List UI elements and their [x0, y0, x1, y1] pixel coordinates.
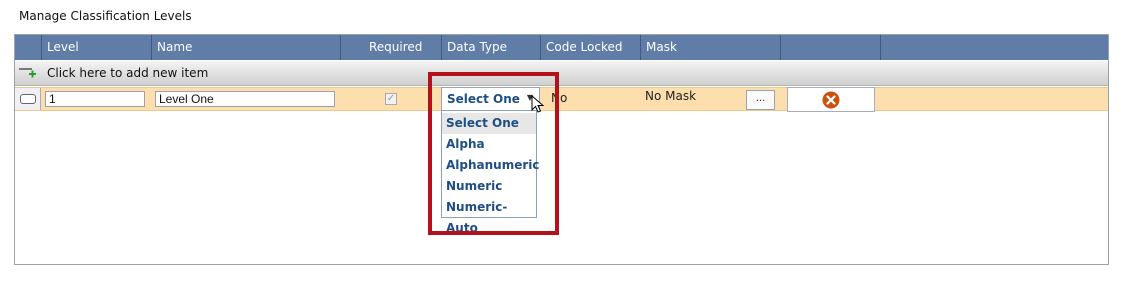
row-selector-icon [20, 94, 36, 104]
page-title: Manage Classification Levels [19, 9, 192, 23]
level-input[interactable] [45, 91, 145, 107]
row-selector[interactable] [15, 88, 41, 110]
header-name[interactable]: Name [151, 35, 340, 60]
table-row[interactable]: ✓ Select One ▼ No No Mask ... [15, 87, 1108, 112]
mouse-cursor-icon [531, 95, 545, 113]
header-data-type[interactable]: Data Type [441, 35, 540, 60]
delete-cell [787, 87, 875, 112]
header-selector-cell [15, 35, 41, 60]
name-input[interactable] [155, 91, 335, 107]
mask-browse-button[interactable]: ... [746, 90, 775, 110]
delete-icon[interactable] [822, 91, 840, 109]
add-new-item-label[interactable]: Click here to add new item [47, 66, 208, 80]
required-checkbox[interactable]: ✓ [385, 93, 397, 105]
add-new-item-row[interactable]: Click here to add new item [15, 61, 1108, 86]
header-action-column [780, 35, 880, 60]
classification-grid: Level Name Required Data Type Code Locke… [14, 34, 1109, 265]
header-mask[interactable]: Mask [640, 35, 780, 60]
header-code-locked[interactable]: Code Locked [540, 35, 640, 60]
header-required[interactable]: Required [340, 35, 441, 60]
header-filler [880, 35, 1109, 60]
grid-header: Level Name Required Data Type Code Locke… [15, 35, 1108, 60]
add-row-icon [19, 68, 36, 78]
mask-value: No Mask [645, 89, 697, 103]
header-level[interactable]: Level [41, 35, 151, 60]
